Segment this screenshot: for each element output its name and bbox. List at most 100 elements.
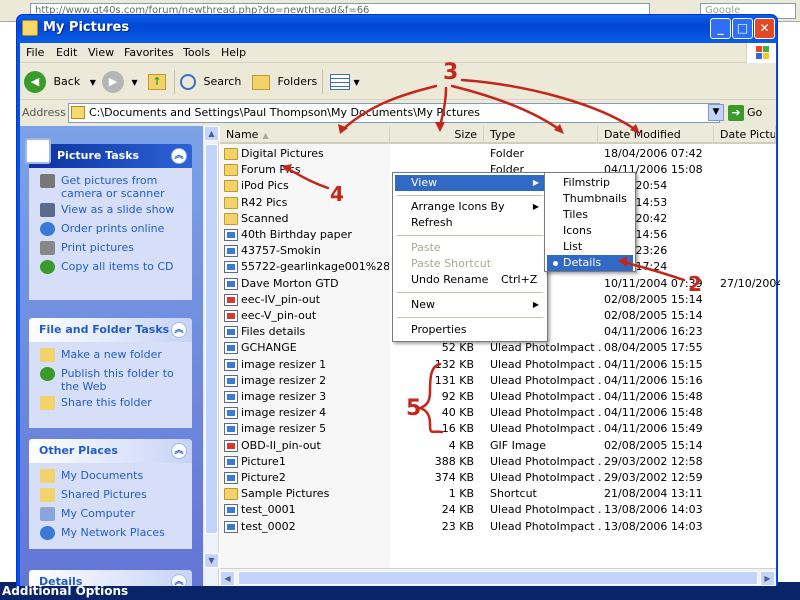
context-item-properties[interactable]: Properties (395, 322, 545, 338)
scroll-thumb[interactable] (205, 144, 218, 534)
views-dropdown-icon: ▼ (353, 78, 360, 87)
my-network-places-link[interactable]: My Network Places (29, 526, 192, 545)
maximize-button[interactable]: □ (732, 18, 753, 39)
file-row[interactable]: OBD-II_pin-out 4 KB GIF Image 02/08/2005 15… (220, 438, 776, 454)
file-row[interactable]: Digital Pictures Folder 18/04/2006 07:42 (220, 146, 776, 162)
menu-tools[interactable]: Tools (183, 46, 210, 59)
view-details[interactable]: Details (547, 255, 633, 271)
file-row[interactable]: GCHANGE 52 KB Ulead PhotoImpact ... 08/04/2… (220, 340, 776, 356)
shared-pictures-link[interactable]: Shared Pictures (29, 488, 192, 507)
folders-button[interactable]: Folders (252, 69, 317, 95)
windows-logo-icon (746, 43, 776, 63)
file-row[interactable]: image resizer 3 92 KB Ulead PhotoImpact ..… (220, 389, 776, 405)
copy-to-cd-link[interactable]: Copy all items to CD (29, 260, 192, 279)
menu-label: Arrange Icons By (411, 200, 505, 213)
view-filmstrip[interactable]: Filmstrip (547, 175, 633, 191)
vertical-scrollbar[interactable]: ▲ ▼ (204, 126, 219, 586)
scroll-up-icon[interactable]: ▲ (204, 126, 219, 141)
address-field[interactable]: C:\Documents and Settings\Paul Thompson\… (68, 103, 720, 123)
publish-folder-link[interactable]: Publish this folder to the Web (29, 367, 192, 396)
file-name: OBD-II_pin-out (241, 438, 321, 452)
file-row[interactable]: test_0001 24 KB Ulead PhotoImpact ... 13/08… (220, 502, 776, 518)
file-name: test_0002 (241, 519, 296, 533)
file-row[interactable]: image resizer 4 40 KB Ulead PhotoImpact ..… (220, 405, 776, 421)
collapse-chevron-icon[interactable]: ︽ (171, 574, 187, 586)
toolbar-separator (322, 70, 323, 94)
column-type[interactable]: Type (484, 126, 598, 144)
other-places-header[interactable]: Other Places ︽ (29, 439, 192, 463)
search-label: Search (203, 75, 242, 88)
file-row[interactable]: image resizer 5 16 KB Ulead PhotoImpact ..… (220, 421, 776, 437)
picture-tasks-panel: Picture Tasks ︽ Get pictures from camera… (25, 138, 192, 300)
collapse-chevron-icon[interactable]: ︽ (171, 322, 187, 338)
forward-dropdown-icon[interactable]: ▼ (132, 78, 138, 87)
file-row[interactable]: image resizer 2 131 KB Ulead PhotoImpact .… (220, 373, 776, 389)
scroll-down-icon[interactable]: ▼ (204, 553, 219, 568)
file-folder-tasks-header[interactable]: File and Folder Tasks ︽ (29, 318, 192, 342)
image-file-icon (224, 423, 238, 436)
file-row[interactable]: Picture2 374 KB Ulead PhotoImpact ... 29/03… (220, 470, 776, 486)
file-name: image resizer 4 (241, 406, 327, 420)
menu-label: Refresh (411, 216, 453, 229)
context-item-arrange-icons[interactable]: Arrange Icons By ▶ (395, 199, 545, 215)
views-button[interactable]: ▼ (330, 69, 360, 95)
file-name: 43757-Smokin (241, 244, 321, 258)
menu-help[interactable]: Help (221, 46, 246, 59)
title-bar[interactable]: My Pictures _ □ ✕ (17, 15, 777, 43)
horizontal-scrollbar[interactable]: ◀ ▶ (220, 568, 776, 586)
context-item-view[interactable]: View ▶ (395, 175, 545, 191)
print-pictures-link[interactable]: Print pictures (29, 241, 192, 260)
file-row[interactable]: image resizer 1 132 KB Ulead PhotoImpact .… (220, 357, 776, 373)
column-date-modified[interactable]: Date Modified (598, 126, 714, 144)
make-new-folder-link[interactable]: Make a new folder (29, 348, 192, 367)
my-documents-link[interactable]: My Documents (29, 469, 192, 488)
up-folder-button[interactable]: ↑ (148, 69, 168, 95)
scroll-left-icon[interactable]: ◀ (220, 571, 235, 586)
menu-separator (397, 292, 543, 293)
slide-show-link[interactable]: View as a slide show (29, 203, 192, 222)
collapse-chevron-icon[interactable]: ︽ (171, 148, 187, 164)
view-tiles[interactable]: Tiles (547, 207, 633, 223)
menu-label: Icons (563, 224, 592, 237)
get-pictures-link[interactable]: Get pictures from camera or scanner (29, 174, 192, 203)
menu-file[interactable]: File (26, 46, 44, 59)
context-item-new[interactable]: New ▶ (395, 297, 545, 313)
file-row[interactable]: Picture1 388 KB Ulead PhotoImpact ... 29/03… (220, 454, 776, 470)
minimize-button[interactable]: _ (710, 18, 731, 39)
folder-icon (224, 164, 238, 177)
column-name[interactable]: Name ▲ (220, 126, 390, 144)
address-dropdown-icon[interactable]: ▼ (708, 104, 724, 121)
column-date-picture[interactable]: Date Picture (714, 126, 776, 144)
collapse-chevron-icon[interactable]: ︽ (171, 443, 187, 459)
context-item-undo-rename[interactable]: Undo Rename Ctrl+Z (395, 272, 545, 288)
image-file-icon (224, 407, 238, 420)
go-button[interactable]: ➜ Go (728, 104, 762, 122)
view-icons[interactable]: Icons (547, 223, 633, 239)
go-arrow-icon: ➜ (728, 105, 744, 121)
forward-button[interactable]: ▶ ▼ (102, 69, 138, 95)
link-label: Get pictures from camera or scanner (61, 174, 165, 200)
view-thumbnails[interactable]: Thumbnails (547, 191, 633, 207)
scroll-right-icon[interactable]: ▶ (760, 571, 775, 586)
column-size[interactable]: Size (390, 126, 484, 144)
picture-tasks-header[interactable]: Picture Tasks ︽ (25, 138, 192, 168)
horizontal-scroll-thumb[interactable] (238, 571, 758, 585)
file-name: image resizer 2 (241, 373, 327, 387)
file-row[interactable]: Sample Pictures 1 KB Shortcut 21/08/2004 13… (220, 486, 776, 502)
close-button[interactable]: ✕ (754, 18, 775, 39)
file-folder-tasks-title: File and Folder Tasks (39, 323, 170, 336)
context-item-refresh[interactable]: Refresh (395, 215, 545, 231)
view-list[interactable]: List (547, 239, 633, 255)
search-button[interactable]: Search (180, 69, 241, 95)
share-folder-link[interactable]: Share this folder (29, 396, 192, 415)
back-dropdown-icon[interactable]: ▼ (90, 78, 96, 87)
image-file-icon (224, 391, 238, 403)
my-computer-link[interactable]: My Computer (29, 507, 192, 526)
order-prints-link[interactable]: Order prints online (29, 222, 192, 241)
file-row[interactable]: test_0002 23 KB Ulead PhotoImpact ... 13/08… (220, 519, 776, 535)
menu-edit[interactable]: Edit (56, 46, 77, 59)
menu-favorites[interactable]: Favorites (124, 46, 174, 59)
back-button[interactable]: ◀ Back ▼ (24, 69, 96, 95)
details-header[interactable]: Details ︽ (29, 570, 192, 586)
menu-view[interactable]: View (88, 46, 114, 59)
